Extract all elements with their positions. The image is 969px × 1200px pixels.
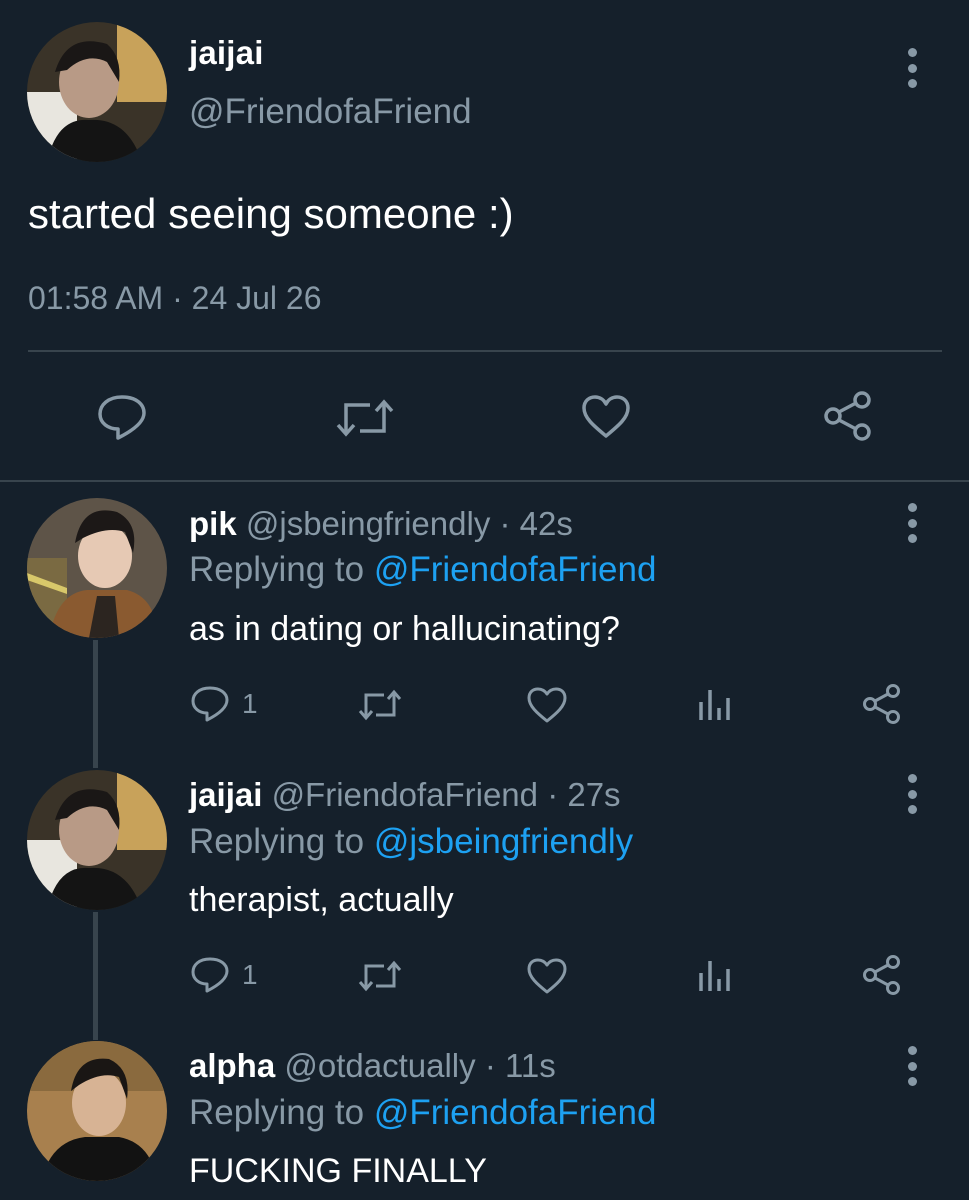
thread-connector	[93, 640, 98, 768]
reply-text: therapist, actually	[189, 881, 454, 919]
reply-icon[interactable]	[190, 685, 230, 728]
like-icon[interactable]	[526, 957, 568, 1000]
avatar-alpha[interactable]	[27, 1041, 167, 1181]
avatar-pik[interactable]	[27, 498, 167, 638]
divider	[28, 350, 942, 352]
reply-time: · 42s	[499, 505, 573, 542]
replying-to: Replying to @FriendofaFriend	[189, 1093, 656, 1133]
divider	[0, 480, 969, 482]
share-icon[interactable]	[861, 954, 903, 1001]
replying-label: Replying to	[189, 822, 365, 861]
tweet-timestamp: 01:58 AM · 24 Jul 26	[28, 280, 322, 316]
more-options-icon[interactable]	[898, 503, 926, 543]
thread-connector	[93, 912, 98, 1040]
share-icon[interactable]	[822, 390, 874, 447]
replying-to: Replying to @FriendofaFriend	[189, 550, 656, 590]
reply-header: pik @jsbeingfriendly · 42s	[189, 505, 573, 543]
reply-count: 1	[242, 959, 258, 990]
retweet-icon[interactable]	[356, 959, 404, 998]
mention-link[interactable]: @FriendofaFriend	[374, 550, 657, 589]
reply-count: 1	[242, 688, 258, 719]
more-options-icon[interactable]	[898, 774, 926, 814]
like-icon[interactable]	[526, 686, 568, 729]
reply-time: · 11s	[484, 1047, 556, 1084]
reply-header: jaijai @FriendofaFriend · 27s	[189, 776, 621, 814]
avatar-jaijai[interactable]	[27, 22, 167, 162]
share-icon[interactable]	[861, 683, 903, 730]
replying-label: Replying to	[189, 550, 365, 589]
more-options-icon[interactable]	[898, 1046, 926, 1086]
reply-author-name[interactable]: jaijai	[189, 776, 262, 813]
analytics-icon[interactable]	[696, 688, 732, 727]
reply-header: alpha @otdactually · 11s	[189, 1047, 556, 1085]
author-name[interactable]: jaijai	[189, 34, 264, 72]
like-icon[interactable]	[580, 394, 632, 445]
retweet-icon[interactable]	[334, 397, 396, 444]
reply-author-name[interactable]: pik	[189, 505, 237, 542]
reply-icon[interactable]	[96, 393, 148, 446]
mention-link[interactable]: @FriendofaFriend	[374, 1093, 657, 1132]
replying-label: Replying to	[189, 1093, 365, 1132]
reply-author-name[interactable]: alpha	[189, 1047, 275, 1084]
reply-text: FUCKING FINALLY	[189, 1152, 487, 1190]
more-options-icon[interactable]	[898, 48, 926, 88]
reply-text: as in dating or hallucinating?	[189, 610, 620, 648]
reply-time: · 27s	[547, 776, 621, 813]
reply-author-handle[interactable]: @otdactually	[284, 1047, 475, 1084]
analytics-icon[interactable]	[696, 959, 732, 998]
reply-author-handle[interactable]: @jsbeingfriendly	[246, 505, 490, 542]
reply-author-handle[interactable]: @FriendofaFriend	[272, 776, 538, 813]
author-handle[interactable]: @FriendofaFriend	[189, 92, 472, 132]
mention-link[interactable]: @jsbeingfriendly	[374, 822, 633, 861]
tweet-text: started seeing someone :)	[28, 190, 514, 237]
replying-to: Replying to @jsbeingfriendly	[189, 822, 633, 862]
retweet-icon[interactable]	[356, 688, 404, 727]
reply-icon[interactable]	[190, 956, 230, 999]
avatar-jaijai[interactable]	[27, 770, 167, 910]
